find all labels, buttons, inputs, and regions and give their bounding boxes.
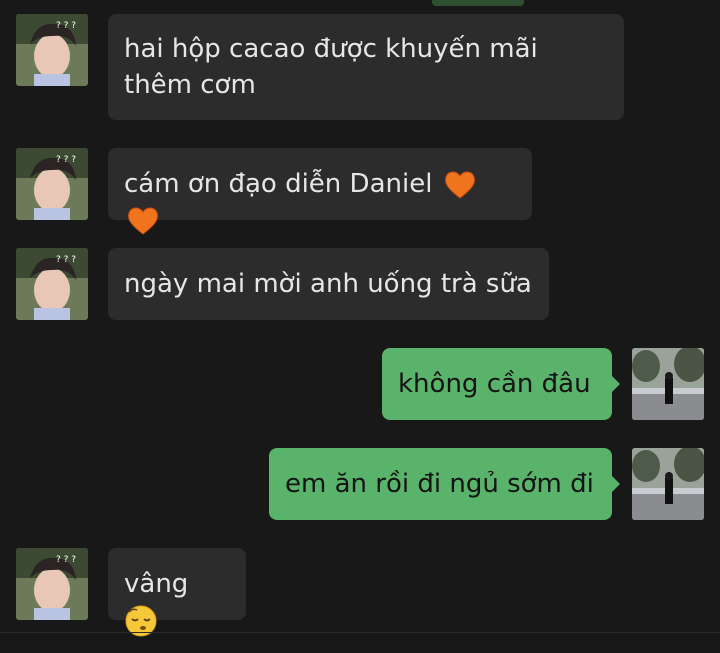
avatar-image: ? ? ? xyxy=(16,248,88,320)
top-indicator xyxy=(432,0,524,6)
contact-avatar[interactable]: ? ? ? xyxy=(16,14,88,86)
avatar-image: ? ? ? xyxy=(16,548,88,620)
user-avatar[interactable] xyxy=(632,448,704,520)
heart-icon xyxy=(444,171,475,199)
message-bubble-incoming[interactable]: hai hộp cacao được khuyến mãi thêm cơm xyxy=(108,14,624,120)
message-row: ? ? ? hai hộp cacao được khuyến mãi thêm… xyxy=(0,14,720,120)
message-bubble-outgoing[interactable]: không cần đâu xyxy=(382,348,620,420)
avatar-image xyxy=(632,348,704,420)
contact-avatar[interactable]: ? ? ? xyxy=(16,148,88,220)
message-text: ngày mai mời anh uống trà sữa xyxy=(124,269,532,299)
contact-avatar[interactable]: ? ? ? xyxy=(16,248,88,320)
message-bubble-incoming[interactable]: ngày mai mời anh uống trà sữa xyxy=(108,248,549,320)
message-text: cám ơn đạo diễn Daniel xyxy=(124,169,433,199)
heart-icon xyxy=(128,207,158,235)
message-text: không cần đâu xyxy=(398,369,591,399)
svg-text:? ? ?: ? ? ? xyxy=(56,255,76,265)
message-bubble-incoming[interactable]: cám ơn đạo diễn Daniel xyxy=(108,148,532,235)
svg-text:? ? ?: ? ? ? xyxy=(56,555,76,565)
user-avatar[interactable] xyxy=(632,348,704,420)
svg-text:? ? ?: ? ? ? xyxy=(56,155,76,165)
message-row: ? ? ? ngày mai mời anh uống trà sữa xyxy=(0,248,720,320)
divider xyxy=(0,632,720,633)
svg-text:? ? ?: ? ? ? xyxy=(56,21,76,31)
message-row: em ăn rồi đi ngủ sớm đi xyxy=(0,448,720,520)
message-text: vâng xyxy=(124,569,189,599)
message-row: ? ? ? vâng xyxy=(0,548,720,636)
avatar-image: ? ? ? xyxy=(16,14,88,86)
message-row: ? ? ? cám ơn đạo diễn Daniel xyxy=(0,148,720,235)
contact-avatar[interactable]: ? ? ? xyxy=(16,548,88,620)
message-text: hai hộp cacao được khuyến mãi thêm cơm xyxy=(124,34,538,100)
message-bubble-outgoing[interactable]: em ăn rồi đi ngủ sớm đi xyxy=(269,448,620,520)
message-bubble-incoming[interactable]: vâng xyxy=(108,548,246,636)
avatar-image xyxy=(632,448,704,520)
avatar-image: ? ? ? xyxy=(16,148,88,220)
message-text: em ăn rồi đi ngủ sớm đi xyxy=(285,469,594,499)
message-row: không cần đâu xyxy=(0,348,720,420)
